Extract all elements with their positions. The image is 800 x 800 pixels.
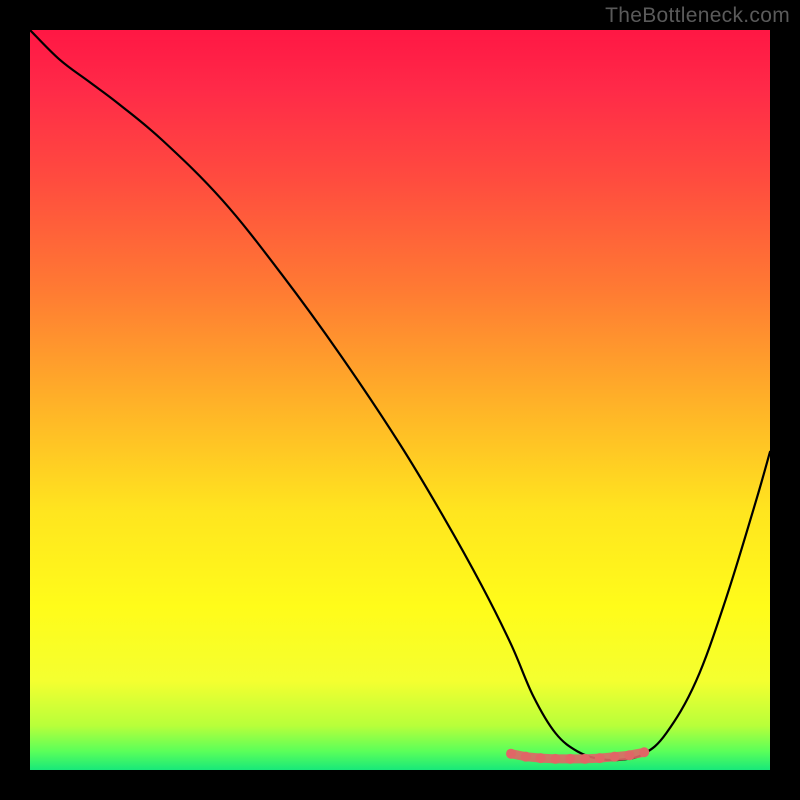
gradient-background bbox=[30, 30, 770, 770]
chart-frame: TheBottleneck.com bbox=[0, 0, 800, 800]
watermark-text: TheBottleneck.com bbox=[605, 4, 790, 28]
plot-area bbox=[30, 30, 770, 770]
plot-svg bbox=[30, 30, 770, 770]
